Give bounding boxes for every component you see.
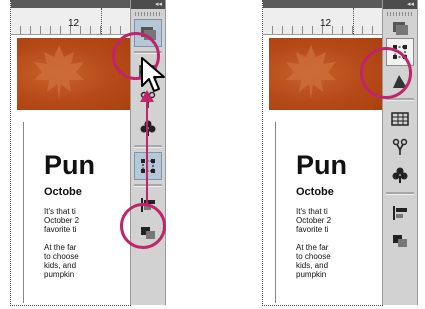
horizontal-ruler[interactable]: 12 [11, 8, 131, 35]
arrange-button[interactable] [385, 227, 415, 254]
highlight-ring-bottom [120, 203, 166, 249]
club-icon [392, 167, 408, 183]
window-top-strip [11, 0, 131, 8]
command-bar-button[interactable] [385, 19, 415, 37]
toolbar-grip[interactable] [387, 12, 413, 16]
paragraph-1: It's that ti October 2 favorite ti [296, 207, 383, 234]
window-top-strip [263, 0, 383, 8]
text-line: October 2 [296, 216, 332, 225]
text-column: Pun Octobe It's that ti October 2 favori… [23, 122, 131, 303]
subhead: Octobe [296, 186, 334, 198]
club-icon [140, 120, 156, 136]
text-line: favorite ti [296, 225, 329, 234]
text-column: Pun Octobe It's that ti October 2 favori… [275, 122, 383, 303]
club-button[interactable] [133, 114, 163, 141]
paragraph-1: It's that ti October 2 favorite ti [44, 207, 131, 234]
connector-arrow [146, 96, 148, 204]
text-line: At the far [296, 243, 329, 252]
toolbar-separator [386, 192, 414, 195]
command-bar-icon [393, 22, 408, 35]
text-line: kids, and [44, 261, 77, 270]
scissors-icon [392, 138, 408, 155]
left-panel: 12 ▲ Pun Octobe It's that ti October 2 f… [0, 0, 170, 309]
headline: Pun [44, 150, 95, 180]
club-button[interactable] [385, 161, 415, 188]
ruler-guide [353, 8, 354, 34]
paragraph-2: At the far to choose kids, and pumpkin [44, 243, 131, 279]
transform-button[interactable] [134, 152, 162, 180]
subhead: Octobe [44, 186, 82, 198]
scissors-button[interactable] [385, 133, 415, 160]
text-line: October 2 [44, 216, 80, 225]
toolbar-separator [134, 184, 162, 187]
table-icon [391, 111, 409, 126]
text-line: It's that ti [296, 207, 328, 216]
text-line: It's that ti [44, 207, 76, 216]
text-line: pumpkin [296, 270, 327, 279]
maple-leaf-icon [286, 45, 336, 99]
text-line: pumpkin [44, 270, 75, 279]
text-line: At the far [44, 243, 77, 252]
text-line: to choose [296, 252, 331, 261]
text-line: to choose [44, 252, 79, 261]
text-line: favorite ti [44, 225, 77, 234]
collapse-panel-button[interactable]: ◂◂ [383, 0, 417, 9]
control-toolbar: ◂◂ [382, 0, 418, 305]
document-page[interactable]: Pun Octobe It's that ti October 2 favori… [17, 38, 131, 303]
document-window: 12 ▲ Pun Octobe It's that ti October 2 f… [262, 0, 393, 306]
ruler-number: 12 [320, 18, 332, 29]
toolbar-separator [134, 145, 162, 148]
collapse-panel-button[interactable]: ◂◂ [131, 0, 165, 9]
transform-icon [141, 159, 155, 173]
maple-leaf-icon [34, 45, 84, 99]
text-line: kids, and [296, 261, 329, 270]
headline: Pun [296, 150, 347, 180]
horizontal-ruler[interactable]: 12 [263, 8, 383, 35]
right-panel: 12 ▲ Pun Octobe It's that ti October 2 f… [252, 0, 422, 309]
table-button[interactable] [385, 105, 415, 132]
ruler-number: 12 [68, 18, 80, 29]
arrange-icon [393, 234, 407, 247]
align-icon [393, 205, 407, 220]
toolbar-grip[interactable] [135, 12, 161, 16]
paragraph-2: At the far to choose kids, and pumpkin [296, 243, 383, 279]
ruler-guide [101, 8, 102, 34]
highlight-ring [360, 47, 412, 99]
arrow-cursor-icon [141, 57, 165, 92]
align-button[interactable] [385, 199, 415, 226]
